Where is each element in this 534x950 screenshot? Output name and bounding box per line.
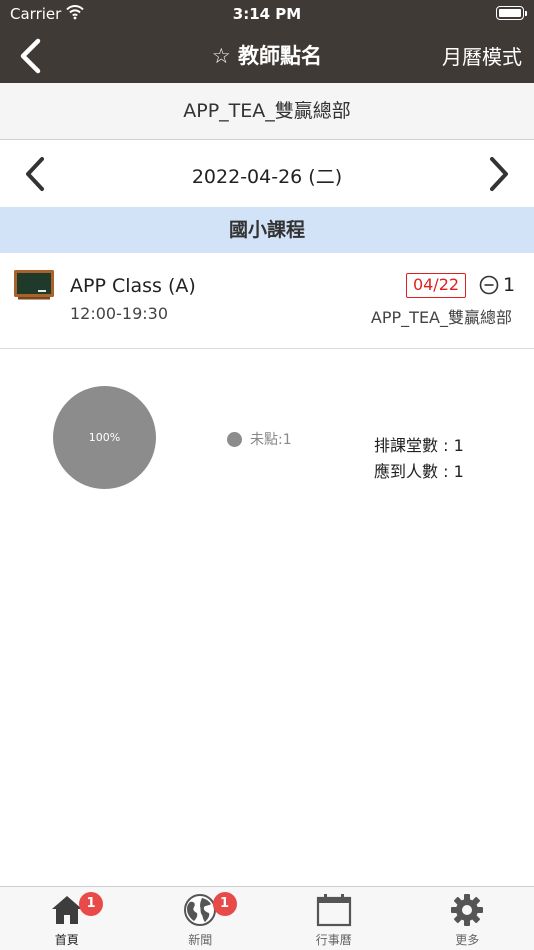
attendance-count: 1: [503, 274, 516, 296]
tab-bar: 1 首頁 1 新聞 行事曆 更多: [0, 886, 534, 950]
calendar-icon: [316, 894, 351, 927]
tab-news-label: 新聞: [188, 933, 213, 947]
chalkboard-icon: [14, 270, 54, 300]
status-bar: Carrier 3:14 PM: [0, 0, 534, 28]
attendance-pie-slice: 100%: [53, 386, 156, 489]
navigation-bar: ☆ 教師點名 月曆模式: [0, 28, 534, 83]
section-header: 國小課程: [0, 207, 534, 253]
tab-home-label: 首頁: [54, 933, 79, 947]
tab-calendar[interactable]: 行事曆: [267, 887, 401, 950]
tab-news[interactable]: 1 新聞: [134, 887, 268, 950]
branch-name: APP_TEA_雙贏總部: [0, 83, 534, 140]
calendar-mode-button[interactable]: 月曆模式: [442, 41, 522, 70]
course-time: 12:00-19:30: [70, 304, 168, 323]
date-badge: 04/22: [406, 273, 466, 298]
globe-icon: [184, 894, 217, 926]
tab-more[interactable]: 更多: [401, 887, 534, 950]
chart-legend: 未點:1: [227, 429, 292, 449]
legend-entry: 未點:1: [250, 432, 292, 448]
tab-more-label: 更多: [455, 933, 480, 947]
news-notification-badge: 1: [212, 892, 237, 916]
back-chevron-icon[interactable]: [12, 36, 52, 76]
tab-calendar-label: 行事曆: [315, 933, 352, 947]
top-bar: Carrier 3:14 PM ☆ 教師點名 月曆模式: [0, 0, 534, 83]
course-row[interactable]: APP Class (A) 12:00-19:30 04/22 1 APP_TE…: [0, 253, 534, 349]
next-day-chevron-icon[interactable]: [482, 155, 514, 193]
battery-icon: [496, 6, 527, 20]
expected-attendees-count: 應到人數 : 1: [374, 462, 464, 481]
scheduled-lessons-count: 排課堂數 : 1: [374, 436, 464, 455]
course-name: APP Class (A): [70, 275, 196, 297]
attendance-stats: 排課堂數 : 1 應到人數 : 1: [374, 433, 464, 485]
pie-slice-label: 100%: [88, 431, 121, 444]
date-selector: 2022-04-26 (二): [0, 141, 534, 207]
tab-home[interactable]: 1 首頁: [0, 887, 134, 950]
course-location: APP_TEA_雙贏總部: [370, 308, 512, 327]
current-date: 2022-04-26 (二): [191, 166, 343, 188]
gear-icon: [451, 894, 484, 926]
clock: 3:14 PM: [232, 5, 302, 23]
legend-dot: [227, 431, 242, 447]
minus-circle-icon: [479, 275, 499, 295]
home-notification-badge: 1: [79, 892, 103, 916]
